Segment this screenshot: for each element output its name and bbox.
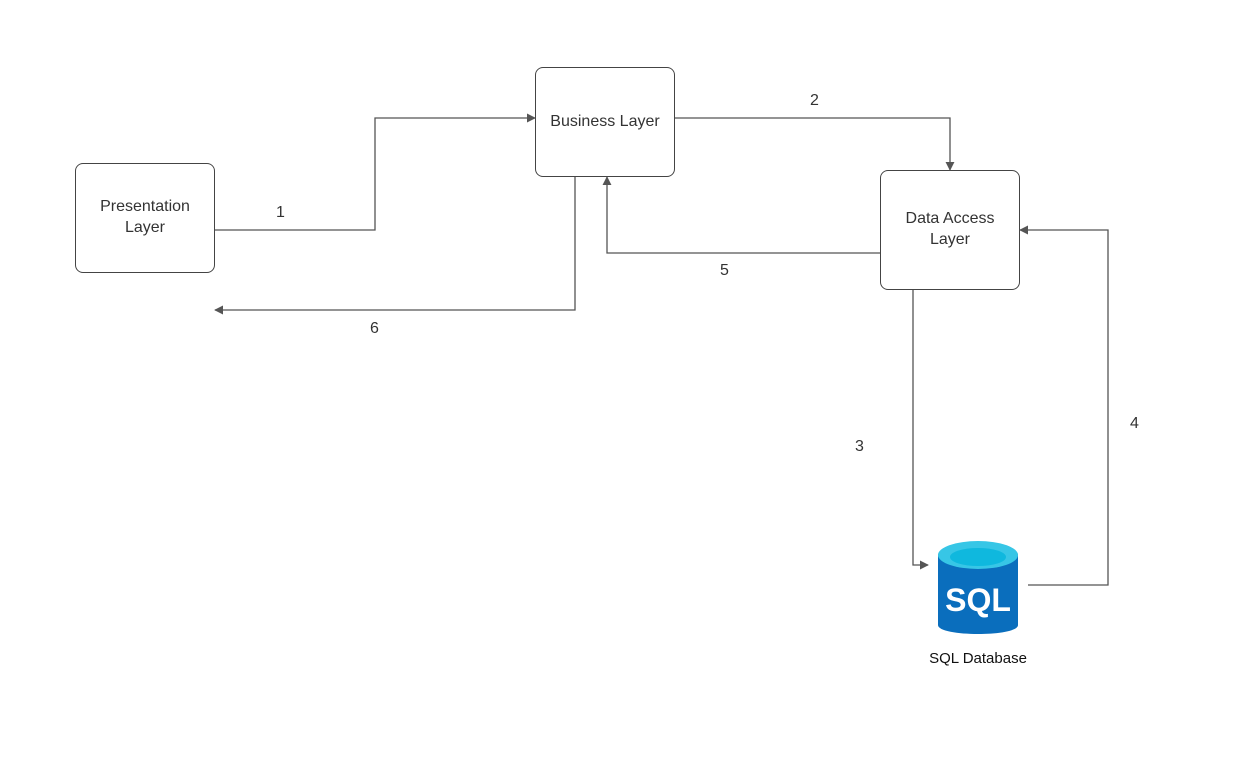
node-presentation-layer: Presentation Layer bbox=[75, 163, 215, 273]
edge-3 bbox=[913, 290, 928, 565]
node-label: Business Layer bbox=[550, 112, 659, 133]
edge-label-3: 3 bbox=[855, 438, 864, 456]
node-data-access-layer: Data Access Layer bbox=[880, 170, 1020, 290]
node-label: Data Access Layer bbox=[885, 209, 1015, 251]
edge-label-5: 5 bbox=[720, 262, 729, 280]
sql-database-icon: SQL bbox=[928, 535, 1028, 645]
edge-label-1: 1 bbox=[276, 204, 285, 222]
edge-label-4: 4 bbox=[1130, 415, 1139, 433]
edge-6 bbox=[215, 177, 575, 310]
edge-label-2: 2 bbox=[810, 92, 819, 110]
diagram-canvas: Presentation Layer Business Layer Data A… bbox=[0, 0, 1240, 770]
edge-5 bbox=[607, 177, 880, 253]
edge-4 bbox=[1020, 230, 1108, 585]
edge-2 bbox=[675, 118, 950, 170]
sql-icon-text: SQL bbox=[945, 582, 1011, 618]
node-business-layer: Business Layer bbox=[535, 67, 675, 177]
node-label: Presentation Layer bbox=[80, 197, 210, 239]
sql-database-label: SQL Database bbox=[908, 650, 1048, 667]
edge-label-6: 6 bbox=[370, 320, 379, 338]
edge-1 bbox=[215, 118, 535, 230]
